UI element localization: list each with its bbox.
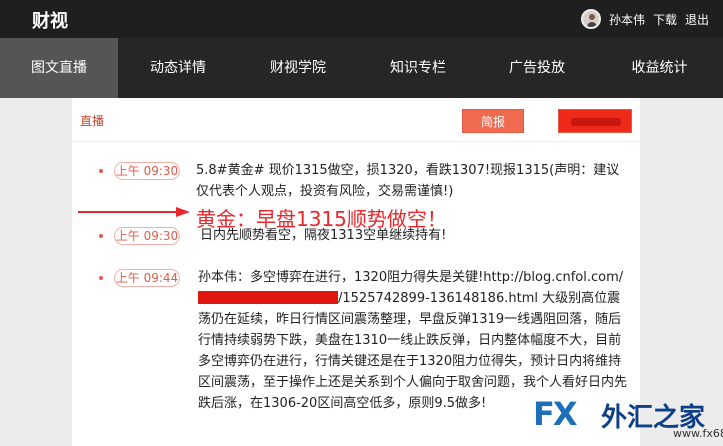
main-nav: 图文直播 动态详情 财视学院 知识专栏 广告投放 收益统计 <box>0 38 723 98</box>
logout-link[interactable]: 退出 <box>685 11 709 28</box>
brief-button[interactable]: 简报 <box>462 109 524 133</box>
nav-item-ads[interactable]: 广告投放 <box>478 38 596 98</box>
fx-logo-text: FX <box>533 395 578 433</box>
entry-time: 上午 09:44 <box>114 269 180 287</box>
nav-item-live[interactable]: 图文直播 <box>0 38 118 98</box>
download-link[interactable]: 下载 <box>653 11 677 28</box>
arrow-icon <box>78 207 190 217</box>
nav-item-academy[interactable]: 财视学院 <box>238 38 358 98</box>
brand-logo[interactable]: 财视 <box>32 7 68 33</box>
redaction-mark <box>571 118 621 126</box>
entry-time: 上午 09:30 <box>114 227 180 245</box>
redacted-button[interactable] <box>558 109 632 133</box>
entry-text: 孙本伟：多空博弈在进行，1320阻力得失是关键!http://blog.cnfo… <box>198 267 632 414</box>
nav-item-details[interactable]: 动态详情 <box>118 38 238 98</box>
avatar[interactable] <box>580 9 601 29</box>
user-name[interactable]: 孙本伟 <box>609 11 645 28</box>
timeline-dot <box>99 234 103 238</box>
logo-url: www.fx68.com <box>673 427 723 440</box>
entry-text: 日内先顺势看空，隔夜1313空单继续持有! <box>200 228 447 243</box>
top-bar: 财视 孙本伟 下载 退出 <box>0 0 723 38</box>
watermark-logo: FX 外汇之家 www.fx68.com <box>533 395 723 446</box>
entry-text: 5.8#黄金# 现价1315做空，损1320，看跌1307!现报1315(声明：… <box>196 163 620 199</box>
timeline-dot <box>99 169 103 173</box>
nav-item-earnings[interactable]: 收益统计 <box>596 38 723 98</box>
redacted-link <box>198 291 338 304</box>
feed-header: 直播 简报 <box>72 98 640 142</box>
live-feed: 直播 简报 上午 09:30 5.8#黄金# 现价1315做空，损1320，看跌… <box>72 98 640 446</box>
user-menu: 孙本伟 下载 退出 <box>580 9 709 29</box>
live-label[interactable]: 直播 <box>80 112 104 129</box>
nav-item-columns[interactable]: 知识专栏 <box>358 38 478 98</box>
entry-text-part: /1525742899-136148186.html 大级别高位震荡仍在延续，昨… <box>198 291 628 411</box>
timeline-dot <box>99 276 103 280</box>
entry-time: 上午 09:30 <box>114 162 180 180</box>
entry-text-part: 孙本伟：多空博弈在进行，1320阻力得失是关键!http://blog.cnfo… <box>198 270 624 285</box>
